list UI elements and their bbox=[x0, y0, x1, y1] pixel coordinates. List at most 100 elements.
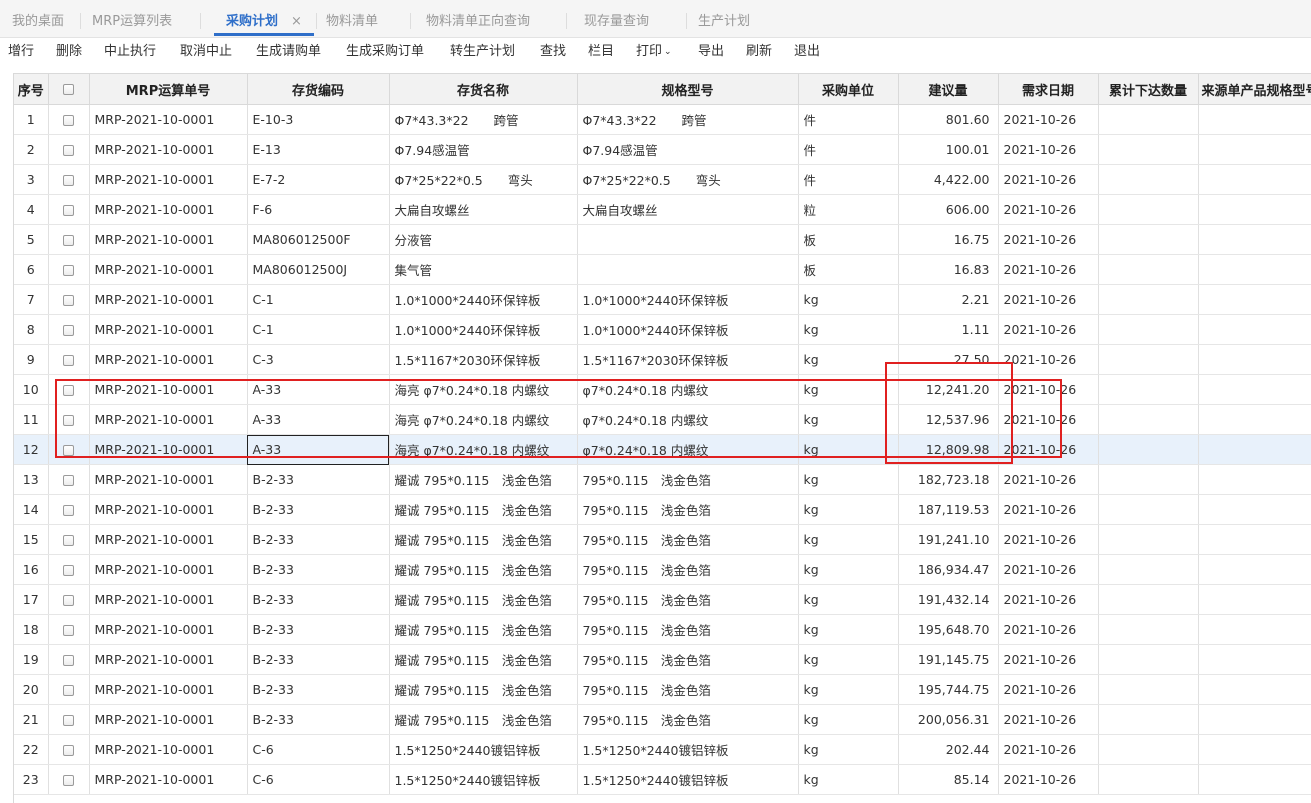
cell-unit[interactable]: kg bbox=[798, 704, 899, 735]
cell-seq[interactable]: 1 bbox=[14, 104, 49, 135]
row-checkbox[interactable] bbox=[63, 175, 74, 186]
cell-unit[interactable]: kg bbox=[798, 404, 899, 435]
delete-button[interactable]: 删除 bbox=[56, 38, 82, 72]
cell-inv-code[interactable]: B-2-33 bbox=[247, 554, 390, 585]
cell-inv-code[interactable]: B-2-33 bbox=[247, 584, 390, 615]
cell-inv-code[interactable]: B-2-33 bbox=[247, 494, 390, 525]
cell-inv-name[interactable]: 耀诚 795*0.115 浅金色箔 bbox=[389, 554, 578, 585]
cell-accum-qty[interactable] bbox=[1098, 254, 1199, 285]
cell-source-spec[interactable] bbox=[1198, 224, 1311, 255]
table-row[interactable]: 11 MRP-2021-10-0001 A-33 海亮 φ7*0.24*0.18 内螺… bbox=[14, 404, 1311, 435]
cell-inv-code[interactable]: C-3 bbox=[247, 344, 390, 375]
cell-seq[interactable]: 22 bbox=[14, 734, 49, 765]
cell-spec[interactable]: 795*0.115 浅金色箔 bbox=[577, 494, 799, 525]
cell-suggest-qty[interactable]: 85.14 bbox=[898, 764, 999, 795]
cell-spec[interactable]: Φ7*25*22*0.5 弯头 bbox=[577, 164, 799, 195]
cell-spec[interactable] bbox=[577, 224, 799, 255]
cell-select[interactable] bbox=[48, 494, 90, 525]
cell-inv-name[interactable]: 耀诚 795*0.115 浅金色箔 bbox=[389, 524, 578, 555]
cell-select[interactable] bbox=[48, 344, 90, 375]
cell-spec[interactable]: 1.0*1000*2440环保锌板 bbox=[577, 314, 799, 345]
cell-seq[interactable]: 23 bbox=[14, 764, 49, 795]
table-row[interactable]: 9 MRP-2021-10-0001 C-3 1.5*1167*2030环保锌板 1.5… bbox=[14, 344, 1311, 375]
cell-select[interactable] bbox=[48, 254, 90, 285]
cell-select[interactable] bbox=[48, 704, 90, 735]
cell-seq[interactable]: 11 bbox=[14, 404, 49, 435]
cell-spec[interactable]: Φ7*43.3*22 跨管 bbox=[577, 104, 799, 135]
table-row[interactable]: 10 MRP-2021-10-0001 A-33 海亮 φ7*0.24*0.18 内螺… bbox=[14, 374, 1311, 405]
cell-source-spec[interactable] bbox=[1198, 554, 1311, 585]
cell-inv-name[interactable]: 1.5*1250*2440镀铝锌板 bbox=[389, 764, 578, 795]
cell-spec[interactable]: φ7*0.24*0.18 内螺纹 bbox=[577, 374, 799, 405]
print-button[interactable]: 打印 ⌄ bbox=[636, 38, 672, 72]
row-checkbox[interactable] bbox=[63, 235, 74, 246]
cell-demand-date[interactable]: 2021-10-26 bbox=[998, 374, 1099, 405]
cell-select[interactable] bbox=[48, 644, 90, 675]
row-checkbox[interactable] bbox=[63, 535, 74, 546]
cell-mrp-no[interactable]: MRP-2021-10-0001 bbox=[89, 434, 248, 465]
cell-spec[interactable]: 1.5*1250*2440镀铝锌板 bbox=[577, 734, 799, 765]
cell-inv-name[interactable]: 海亮 φ7*0.24*0.18 内螺纹 bbox=[389, 434, 578, 465]
cell-mrp-no[interactable]: MRP-2021-10-0001 bbox=[89, 554, 248, 585]
cell-accum-qty[interactable] bbox=[1098, 284, 1199, 315]
cell-demand-date[interactable]: 2021-10-26 bbox=[998, 734, 1099, 765]
cell-unit[interactable]: 板 bbox=[798, 254, 899, 285]
col-header-seq[interactable]: 序号 bbox=[14, 73, 49, 105]
to-production-plan-button[interactable]: 转生产计划 bbox=[450, 38, 515, 72]
cell-seq[interactable]: 13 bbox=[14, 464, 49, 495]
table-row[interactable]: 3 MRP-2021-10-0001 E-7-2 Φ7*25*22*0.5 弯头 Φ7*… bbox=[14, 164, 1311, 195]
cell-inv-name[interactable]: 耀诚 795*0.115 浅金色箔 bbox=[389, 644, 578, 675]
cell-source-spec[interactable] bbox=[1198, 344, 1311, 375]
cell-unit[interactable]: 件 bbox=[798, 104, 899, 135]
cell-suggest-qty[interactable]: 27.50 bbox=[898, 344, 999, 375]
cell-accum-qty[interactable] bbox=[1098, 704, 1199, 735]
cell-inv-code[interactable]: C-6 bbox=[247, 764, 390, 795]
cell-inv-code[interactable]: C-6 bbox=[247, 734, 390, 765]
cell-seq[interactable]: 15 bbox=[14, 524, 49, 555]
cell-accum-qty[interactable] bbox=[1098, 314, 1199, 345]
table-row[interactable]: 22 MRP-2021-10-0001 C-6 1.5*1250*2440镀铝锌板 1.… bbox=[14, 734, 1311, 765]
cell-suggest-qty[interactable]: 195,744.75 bbox=[898, 674, 999, 705]
cell-mrp-no[interactable]: MRP-2021-10-0001 bbox=[89, 704, 248, 735]
select-all-checkbox[interactable] bbox=[63, 83, 74, 95]
cell-source-spec[interactable] bbox=[1198, 134, 1311, 165]
cell-mrp-no[interactable]: MRP-2021-10-0001 bbox=[89, 404, 248, 435]
cell-accum-qty[interactable] bbox=[1098, 494, 1199, 525]
col-header-unit[interactable]: 采购单位 bbox=[798, 73, 899, 105]
cell-inv-name[interactable]: 集气管 bbox=[389, 254, 578, 285]
cell-demand-date[interactable]: 2021-10-26 bbox=[998, 314, 1099, 345]
cell-inv-code[interactable]: MA806012500J bbox=[247, 254, 390, 285]
cell-spec[interactable]: 1.0*1000*2440环保锌板 bbox=[577, 284, 799, 315]
cell-seq[interactable]: 16 bbox=[14, 554, 49, 585]
col-header-inv-code[interactable]: 存货编码 bbox=[247, 73, 390, 105]
cell-seq[interactable]: 20 bbox=[14, 674, 49, 705]
cell-accum-qty[interactable] bbox=[1098, 584, 1199, 615]
cell-select[interactable] bbox=[48, 404, 90, 435]
cell-source-spec[interactable] bbox=[1198, 464, 1311, 495]
table-row[interactable]: 6 MRP-2021-10-0001 MA806012500J 集气管 板 16.83 20… bbox=[14, 254, 1311, 285]
cell-suggest-qty[interactable]: 2.21 bbox=[898, 284, 999, 315]
tab-bom[interactable]: 物料清单 bbox=[326, 0, 378, 38]
cell-suggest-qty[interactable]: 1.11 bbox=[898, 314, 999, 345]
cell-unit[interactable]: kg bbox=[798, 554, 899, 585]
cell-spec[interactable] bbox=[577, 254, 799, 285]
table-row[interactable]: 15 MRP-2021-10-0001 B-2-33 耀诚 795*0.115 浅金色… bbox=[14, 524, 1311, 555]
cell-demand-date[interactable]: 2021-10-26 bbox=[998, 764, 1099, 795]
cell-seq[interactable]: 2 bbox=[14, 134, 49, 165]
row-checkbox[interactable] bbox=[63, 595, 74, 606]
cell-inv-name[interactable]: 海亮 φ7*0.24*0.18 内螺纹 bbox=[389, 404, 578, 435]
cell-accum-qty[interactable] bbox=[1098, 164, 1199, 195]
cell-demand-date[interactable]: 2021-10-26 bbox=[998, 344, 1099, 375]
cell-accum-qty[interactable] bbox=[1098, 554, 1199, 585]
cell-unit[interactable]: kg bbox=[798, 584, 899, 615]
cell-demand-date[interactable]: 2021-10-26 bbox=[998, 284, 1099, 315]
cell-inv-name[interactable]: 海亮 φ7*0.24*0.18 内螺纹 bbox=[389, 374, 578, 405]
row-checkbox[interactable] bbox=[63, 325, 74, 336]
cell-unit[interactable]: kg bbox=[798, 764, 899, 795]
exit-button[interactable]: 退出 bbox=[794, 38, 820, 72]
cell-select[interactable] bbox=[48, 734, 90, 765]
cell-mrp-no[interactable]: MRP-2021-10-0001 bbox=[89, 734, 248, 765]
cell-mrp-no[interactable]: MRP-2021-10-0001 bbox=[89, 164, 248, 195]
cell-accum-qty[interactable] bbox=[1098, 734, 1199, 765]
suspend-button[interactable]: 中止执行 bbox=[104, 38, 156, 72]
